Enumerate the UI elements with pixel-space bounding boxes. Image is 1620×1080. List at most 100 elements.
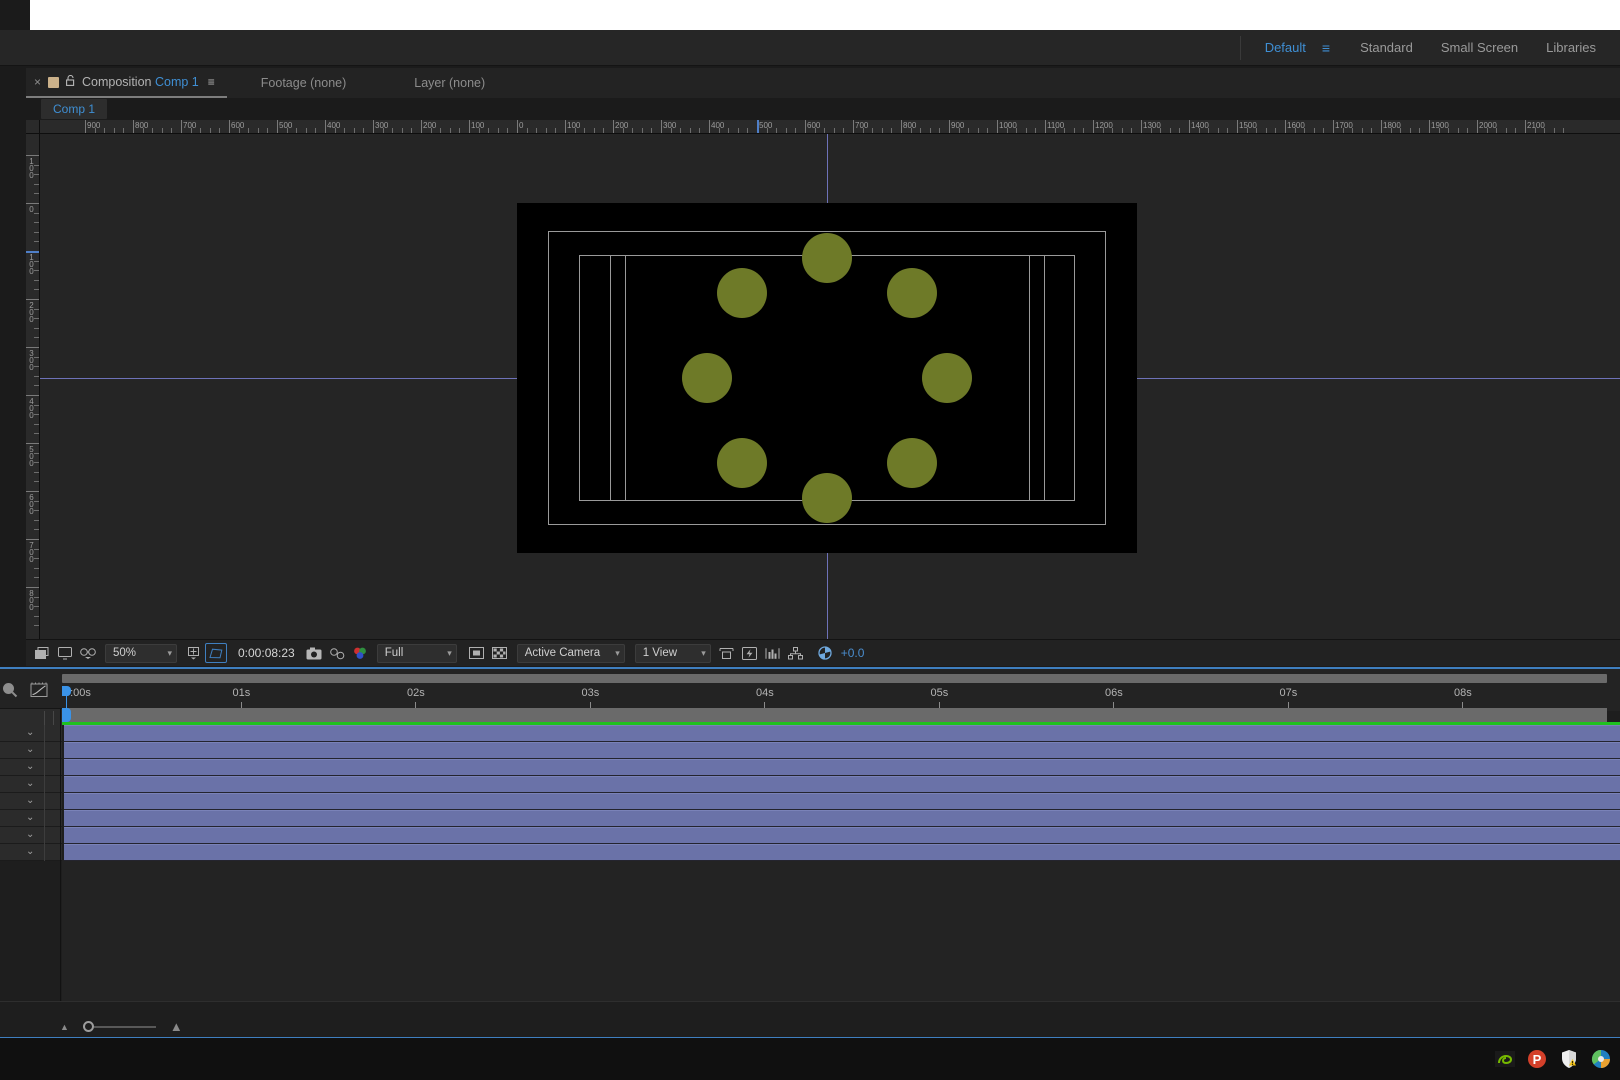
layer-duration-bar[interactable]: [64, 776, 1620, 793]
timeline-layer-row[interactable]: ⌄: [0, 793, 1620, 810]
composition-canvas[interactable]: [517, 203, 1137, 553]
timeline-layer-row[interactable]: ⌄: [0, 725, 1620, 742]
layer-row-controls[interactable]: ⌄: [0, 742, 62, 759]
layer-row-controls[interactable]: ⌄: [0, 776, 62, 793]
timeline-empty-area[interactable]: [62, 860, 1620, 1001]
layer-row-controls[interactable]: ⌄: [0, 725, 62, 742]
footage-tab[interactable]: Footage (none): [227, 76, 380, 90]
layer-tab[interactable]: Layer (none): [380, 76, 519, 90]
layer-duration-bar[interactable]: [64, 827, 1620, 844]
camera-select[interactable]: Active Camera ▾: [516, 643, 625, 663]
chevron-down-icon[interactable]: ⌄: [26, 796, 34, 806]
region-of-interest-icon[interactable]: [182, 643, 204, 664]
chevron-down-icon[interactable]: ⌄: [26, 762, 34, 772]
panel-menu-icon[interactable]: ≡: [208, 75, 215, 89]
exposure-icon[interactable]: [814, 643, 836, 664]
timeline-layer-row[interactable]: ⌄: [0, 844, 1620, 861]
zoom-in-large-icon[interactable]: ▲: [170, 1019, 183, 1034]
3d-renderer-icon[interactable]: [785, 643, 807, 664]
current-timecode[interactable]: 0:00:08:23: [230, 646, 303, 660]
resolution-select[interactable]: Full ▾: [376, 643, 457, 663]
layer-row-controls[interactable]: ⌄: [0, 844, 62, 861]
composition-dot[interactable]: [717, 268, 768, 319]
chevron-down-icon[interactable]: ⌄: [26, 728, 34, 738]
fast-preview-icon[interactable]: [739, 643, 761, 664]
zoom-slider-track[interactable]: [93, 1025, 156, 1028]
chevron-down-icon[interactable]: ⌄: [26, 847, 34, 857]
always-preview-icon[interactable]: [31, 643, 53, 664]
timeline-horizontal-scrollbar[interactable]: [62, 674, 1607, 683]
chevron-down-icon[interactable]: ⌄: [26, 813, 34, 823]
magnification-select[interactable]: 50% ▾: [105, 643, 177, 663]
pixel-aspect-correction-icon[interactable]: [716, 643, 738, 664]
show-snapshot-icon[interactable]: [326, 643, 348, 664]
layer-duration-bar[interactable]: [64, 810, 1620, 827]
exposure-value[interactable]: +0.0: [837, 646, 865, 660]
alpha-boundary-icon[interactable]: [466, 643, 488, 664]
current-time-indicator[interactable]: [62, 708, 71, 722]
cti-line-upper: [66, 696, 67, 710]
transparency-grid-icon[interactable]: [489, 643, 511, 664]
workspace-small-screen[interactable]: Small Screen: [1427, 36, 1532, 59]
ruler-tick: [1333, 120, 1334, 133]
timeline-layer-row[interactable]: ⌄: [0, 759, 1620, 776]
zoom-out-small-icon[interactable]: ▲: [60, 1022, 69, 1032]
close-icon[interactable]: ×: [34, 75, 41, 89]
timeline-time-label: 05s: [930, 687, 949, 699]
ruler-position-marker-h: [757, 120, 759, 133]
layer-duration-bar[interactable]: [64, 742, 1620, 759]
views-select[interactable]: 1 View ▾: [634, 643, 711, 663]
workspace-menu-icon[interactable]: ≡: [1320, 40, 1346, 56]
channels-icon[interactable]: [349, 643, 371, 664]
composition-dot[interactable]: [886, 437, 937, 488]
search-icon[interactable]: [2, 682, 18, 698]
composition-viewer[interactable]: [40, 134, 1620, 639]
layer-duration-bar[interactable]: [64, 793, 1620, 810]
timeline-zoom-slider[interactable]: ▲ ▲: [60, 1019, 183, 1034]
layer-row-controls[interactable]: ⌄: [0, 759, 62, 776]
timeline-layer-row[interactable]: ⌄: [0, 742, 1620, 759]
graph-editor-icon[interactable]: [30, 681, 48, 698]
composition-dot[interactable]: [802, 473, 852, 523]
current-time-indicator-top[interactable]: [62, 686, 71, 696]
render-graph-icon[interactable]: [762, 643, 784, 664]
composition-dot[interactable]: [886, 268, 937, 319]
timeline-time-ruler[interactable]: 0:00s 01s 02s 03s 04s 05s 06s 07s 08s: [62, 686, 1620, 710]
comp-1-tab[interactable]: Comp 1: [41, 99, 108, 119]
timeline-layer-row[interactable]: ⌄: [0, 810, 1620, 827]
vertical-ruler[interactable]: 100 0 100 200 300 400 500 600 700 800: [26, 134, 40, 639]
layer-row-controls[interactable]: ⌄: [0, 810, 62, 827]
app-p-icon[interactable]: P: [1526, 1048, 1548, 1070]
workspace-standard[interactable]: Standard: [1346, 36, 1427, 59]
horizontal-ruler[interactable]: 900 800 700 600 500 400 300 200 100 0 100 200 300 400…: [40, 120, 1620, 134]
lock-icon[interactable]: [66, 74, 75, 89]
workspace-libraries[interactable]: Libraries: [1532, 36, 1620, 59]
layer-duration-bar[interactable]: [64, 759, 1620, 776]
layer-duration-bar[interactable]: [64, 844, 1620, 861]
windows-defender-warning-icon[interactable]: [1558, 1048, 1580, 1070]
layer-row-controls[interactable]: ⌄: [0, 793, 62, 810]
chevron-down-icon[interactable]: ⌄: [26, 779, 34, 789]
timeline-layer-row[interactable]: ⌄: [0, 776, 1620, 793]
snapshot-icon[interactable]: [303, 643, 325, 664]
globe-icon[interactable]: [1590, 1048, 1612, 1070]
nvidia-icon[interactable]: [1494, 1048, 1516, 1070]
toggle-mask-shape-icon[interactable]: [205, 643, 227, 663]
zoom-slider-knob[interactable]: [82, 1021, 94, 1032]
layer-duration-bar[interactable]: [64, 725, 1620, 742]
workspace-default[interactable]: Default: [1251, 36, 1320, 59]
3d-glasses-icon[interactable]: [77, 643, 99, 664]
timeline-work-area-bar[interactable]: [62, 708, 1607, 722]
timeline-time-label: 04s: [756, 687, 774, 699]
composition-dot[interactable]: [682, 353, 732, 403]
main-viewer-icon[interactable]: [54, 643, 76, 664]
layer-column-divider: [44, 810, 45, 827]
chevron-down-icon[interactable]: ⌄: [26, 830, 34, 840]
layer-row-controls[interactable]: ⌄: [0, 827, 62, 844]
timeline-layer-row[interactable]: ⌄: [0, 827, 1620, 844]
composition-dot[interactable]: [802, 233, 852, 283]
composition-tab[interactable]: × Composition Comp 1 ≡: [26, 68, 227, 98]
composition-dot[interactable]: [922, 353, 972, 403]
composition-dot[interactable]: [717, 437, 768, 488]
chevron-down-icon[interactable]: ⌄: [26, 745, 34, 755]
